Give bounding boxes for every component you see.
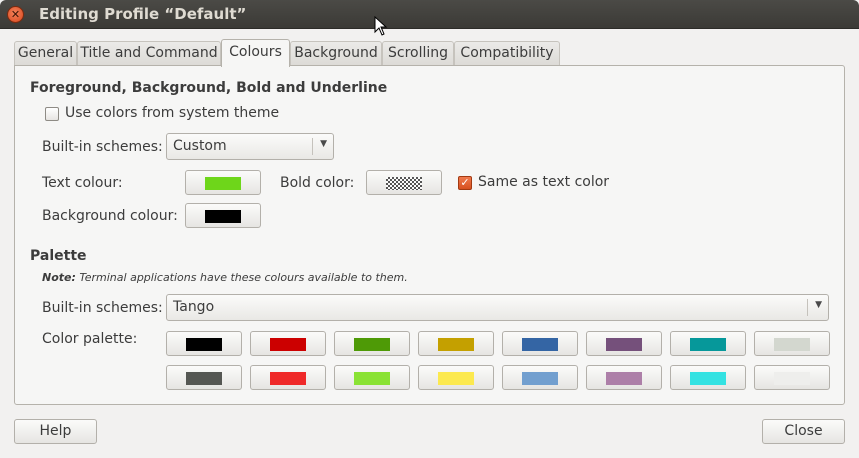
palette-color-button[interactable] xyxy=(670,331,746,356)
tab-colours[interactable]: Colours xyxy=(221,39,290,67)
palette-color-button[interactable] xyxy=(502,331,578,356)
palette-color-button[interactable] xyxy=(754,331,830,356)
fg-builtin-schemes-select[interactable]: Custom ▼ xyxy=(166,133,334,160)
bold-color-button[interactable] xyxy=(366,170,442,195)
window-close-button[interactable]: ✕ xyxy=(7,6,24,23)
same-as-text-label: Same as text color xyxy=(478,174,610,190)
palette-color-swatch xyxy=(438,372,474,385)
fg-builtin-schemes-value: Custom xyxy=(173,138,227,154)
tab-compatibility[interactable]: Compatibility xyxy=(454,41,560,66)
palette-color-swatch xyxy=(438,338,474,351)
palette-note-text: Terminal applications have these colours… xyxy=(75,271,408,284)
palette-color-button[interactable] xyxy=(250,365,326,390)
palette-color-button[interactable] xyxy=(166,331,242,356)
palette-builtin-schemes-value: Tango xyxy=(173,299,215,315)
palette-builtin-schemes-label: Built-in schemes: xyxy=(42,300,163,316)
close-icon: ✕ xyxy=(10,8,21,21)
tab-label: Background xyxy=(294,45,378,61)
palette-note-bold: Note: xyxy=(42,271,76,284)
palette-color-button[interactable] xyxy=(334,365,410,390)
background-colour-swatch xyxy=(205,210,241,223)
close-button[interactable]: Close xyxy=(762,419,845,444)
tab-general[interactable]: General xyxy=(14,41,77,66)
palette-color-button[interactable] xyxy=(502,365,578,390)
chevron-down-icon: ▼ xyxy=(815,300,822,310)
text-colour-swatch xyxy=(205,177,241,190)
palette-color-swatch xyxy=(774,372,810,385)
palette-color-button[interactable] xyxy=(586,331,662,356)
palette-color-swatch xyxy=(270,338,306,351)
colours-panel: Foreground, Background, Bold and Underli… xyxy=(14,65,845,405)
use-system-theme-checkbox[interactable] xyxy=(45,107,59,121)
tab-background[interactable]: Background xyxy=(290,41,382,66)
palette-color-swatch xyxy=(690,372,726,385)
tab-label: Title and Command xyxy=(80,45,218,61)
chevron-down-icon: ▼ xyxy=(320,139,327,149)
palette-color-button[interactable] xyxy=(250,331,326,356)
background-colour-label: Background colour: xyxy=(42,208,178,224)
close-button-label: Close xyxy=(784,423,823,439)
background-colour-button[interactable] xyxy=(185,203,261,228)
palette-color-swatch xyxy=(186,338,222,351)
combo-separator xyxy=(807,299,808,316)
palette-color-swatch xyxy=(690,338,726,351)
palette-color-button[interactable] xyxy=(166,365,242,390)
bold-color-swatch xyxy=(386,177,422,190)
palette-color-swatch xyxy=(354,372,390,385)
palette-color-swatch xyxy=(354,338,390,351)
palette-builtin-schemes-select[interactable]: Tango ▼ xyxy=(166,294,829,321)
palette-color-swatch xyxy=(270,372,306,385)
color-palette-label: Color palette: xyxy=(42,331,138,347)
palette-section-title: Palette xyxy=(30,248,87,264)
palette-color-swatch xyxy=(522,338,558,351)
text-colour-button[interactable] xyxy=(185,170,261,195)
combo-separator xyxy=(312,138,313,155)
foreground-section-title: Foreground, Background, Bold and Underli… xyxy=(30,80,388,96)
palette-color-swatch xyxy=(606,372,642,385)
tab-scrolling[interactable]: Scrolling xyxy=(382,41,454,66)
same-as-text-checkbox[interactable]: ✓ xyxy=(458,176,472,190)
tab-label: Compatibility xyxy=(460,45,554,61)
palette-color-swatch xyxy=(606,338,642,351)
mouse-pointer-icon xyxy=(374,16,388,36)
palette-color-button[interactable] xyxy=(334,331,410,356)
tab-title-and-command[interactable]: Title and Command xyxy=(77,41,221,66)
window-title: Editing Profile “Default” xyxy=(39,5,247,23)
help-button[interactable]: Help xyxy=(14,419,97,444)
palette-color-swatch xyxy=(522,372,558,385)
palette-color-button[interactable] xyxy=(586,365,662,390)
text-colour-label: Text colour: xyxy=(42,175,123,191)
help-button-label: Help xyxy=(39,423,72,439)
use-system-theme-label: Use colors from system theme xyxy=(65,105,280,121)
tab-label: General xyxy=(17,45,74,61)
bold-color-label: Bold color: xyxy=(280,175,355,191)
title-bar[interactable]: ✕ Editing Profile “Default” xyxy=(0,0,859,29)
palette-color-swatch xyxy=(186,372,222,385)
palette-color-button[interactable] xyxy=(754,365,830,390)
palette-note: Note: Terminal applications have these c… xyxy=(42,271,408,284)
palette-color-swatch xyxy=(774,338,810,351)
tab-label: Scrolling xyxy=(387,45,449,61)
palette-color-button[interactable] xyxy=(418,331,494,356)
fg-builtin-schemes-label: Built-in schemes: xyxy=(42,139,163,155)
palette-color-button[interactable] xyxy=(418,365,494,390)
tab-label: Colours xyxy=(229,44,282,60)
palette-color-button[interactable] xyxy=(670,365,746,390)
